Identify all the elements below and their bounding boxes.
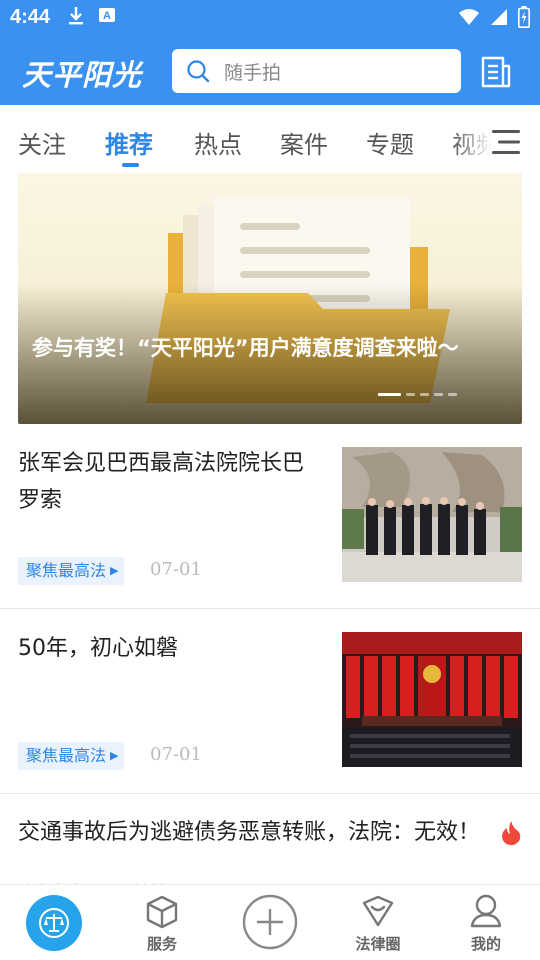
tab-hot[interactable]: 热点 [194, 125, 242, 160]
news-title: 交通事故后为逃避债务恶意转账，法院：无效！ [18, 820, 481, 845]
user-icon [470, 894, 502, 928]
app-logo: 天平阳光 [22, 58, 143, 92]
search-icon [186, 59, 210, 83]
bottom-navigation: 服务 法律圈 我的 [0, 884, 540, 960]
search-bar[interactable]: 随手拍 [172, 49, 461, 93]
news-item[interactable]: 张军会见巴西最高法院院长巴罗索 聚焦最高法 ▶ 07-01 [0, 424, 540, 609]
battery-icon [518, 6, 530, 28]
search-placeholder: 随手拍 [224, 61, 282, 84]
font-app-icon: A [98, 6, 116, 26]
carousel-dot [448, 393, 457, 396]
news-item[interactable]: 50年，初心如磐 聚焦最高法 ▶ 07-01 [0, 609, 540, 794]
carousel-dot [378, 393, 401, 396]
news-date: 07-01 [150, 744, 202, 765]
news-thumbnail [342, 632, 522, 767]
tab-cases[interactable]: 案件 [280, 125, 328, 160]
nav-services[interactable]: 服务 [108, 885, 216, 960]
news-tag[interactable]: 聚焦最高法 ▶ [18, 557, 125, 585]
tag-label: 聚焦最高法 [26, 561, 107, 580]
news-date: 07-01 [150, 559, 202, 580]
news-thumbnail [342, 447, 522, 582]
carousel-dot [434, 393, 443, 396]
nav-home[interactable] [0, 885, 108, 960]
nav-label: 我的 [470, 935, 501, 953]
tag-arrow-icon: ▶ [110, 564, 119, 577]
banner-title: 参与有奖！“天平阳光”用户满意度调查来啦～ [32, 336, 459, 360]
nav-label: 法律圈 [355, 935, 401, 953]
carousel-dot [406, 393, 415, 396]
banner-carousel[interactable]: 参与有奖！“天平阳光”用户满意度调查来啦～ [18, 173, 522, 424]
tab-recommended[interactable]: 推荐 [105, 125, 153, 160]
svg-text:A: A [103, 10, 111, 22]
carousel-indicator [378, 393, 457, 396]
app-header: 4:44 A 天平阳光 随手拍 [0, 0, 540, 105]
tab-topics[interactable]: 专题 [366, 125, 414, 160]
cube-icon [146, 895, 178, 929]
download-icon [68, 6, 84, 26]
wifi-icon [458, 8, 480, 26]
menu-icon[interactable] [492, 129, 520, 155]
scales-icon [38, 907, 70, 939]
category-tabs: 关注 推荐 热点 案件 专题 视频 [0, 105, 540, 173]
plus-icon [242, 894, 298, 950]
tag-label: 聚焦最高法 [26, 746, 107, 765]
news-title: 50年，初心如磐 [18, 636, 178, 661]
news-tag[interactable]: 聚焦最高法 ▶ [18, 742, 125, 770]
nav-profile[interactable]: 我的 [432, 885, 540, 960]
tag-arrow-icon: ▶ [110, 749, 119, 762]
tab-following[interactable]: 关注 [18, 125, 66, 160]
news-title: 张军会见巴西最高法院院长巴罗索 [18, 451, 305, 513]
document-list-icon[interactable] [481, 56, 511, 88]
news-item[interactable]: 交通事故后为逃避债务恶意转账，法院：无效！ 济宁中院 · 28分钟前 [0, 794, 540, 901]
status-bar: 4:44 A [0, 0, 540, 36]
hot-flame-icon [500, 820, 522, 846]
status-time: 4:44 [10, 6, 51, 28]
carousel-dot [420, 393, 429, 396]
nav-publish[interactable] [216, 885, 324, 960]
nav-law-circle[interactable]: 法律圈 [324, 885, 432, 960]
heart-badge-icon [360, 895, 396, 929]
signal-icon [490, 8, 508, 26]
active-tab-indicator [122, 163, 139, 167]
nav-label: 服务 [146, 935, 177, 953]
